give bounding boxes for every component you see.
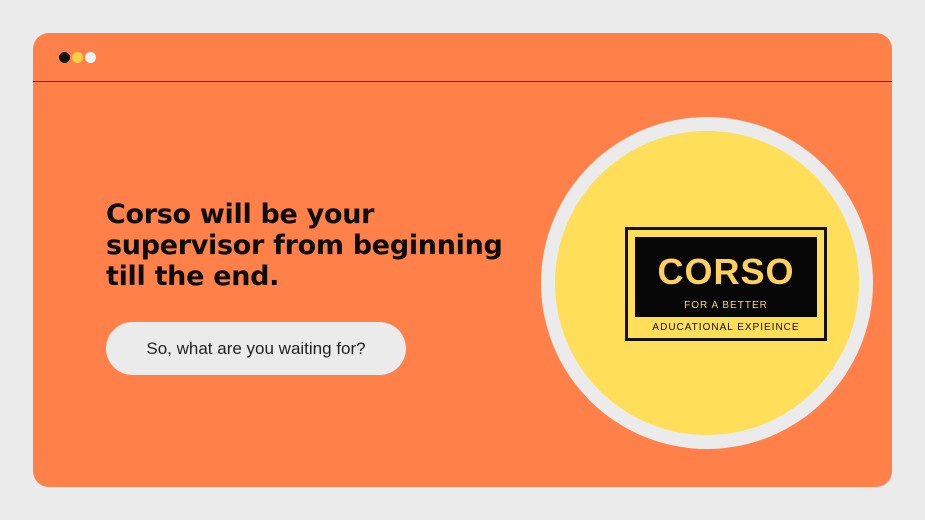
cta-button[interactable]: So, what are you waiting for? [106, 322, 406, 375]
corso-logo: CORSO FOR A BETTER ADUCATIONAL EXPIEINCE [625, 227, 827, 341]
minimize-dot-icon[interactable] [72, 52, 83, 63]
maximize-dot-icon[interactable] [85, 52, 96, 63]
headline: Corso will be your supervisor from begin… [106, 199, 503, 292]
logo-tagline-line1: FOR A BETTER [684, 300, 768, 311]
logo-box: CORSO FOR A BETTER [635, 237, 817, 317]
browser-window: Corso will be your supervisor from begin… [33, 33, 892, 487]
logo-circle-frame: CORSO FOR A BETTER ADUCATIONAL EXPIEINCE [541, 117, 873, 449]
logo-wordmark: CORSO [657, 251, 795, 292]
window-controls [59, 52, 96, 63]
logo-tagline-line2: ADUCATIONAL EXPIEINCE [652, 322, 800, 333]
window-titlebar [33, 33, 892, 82]
logo-circle: CORSO FOR A BETTER ADUCATIONAL EXPIEINCE [555, 131, 859, 435]
close-dot-icon[interactable] [59, 52, 70, 63]
